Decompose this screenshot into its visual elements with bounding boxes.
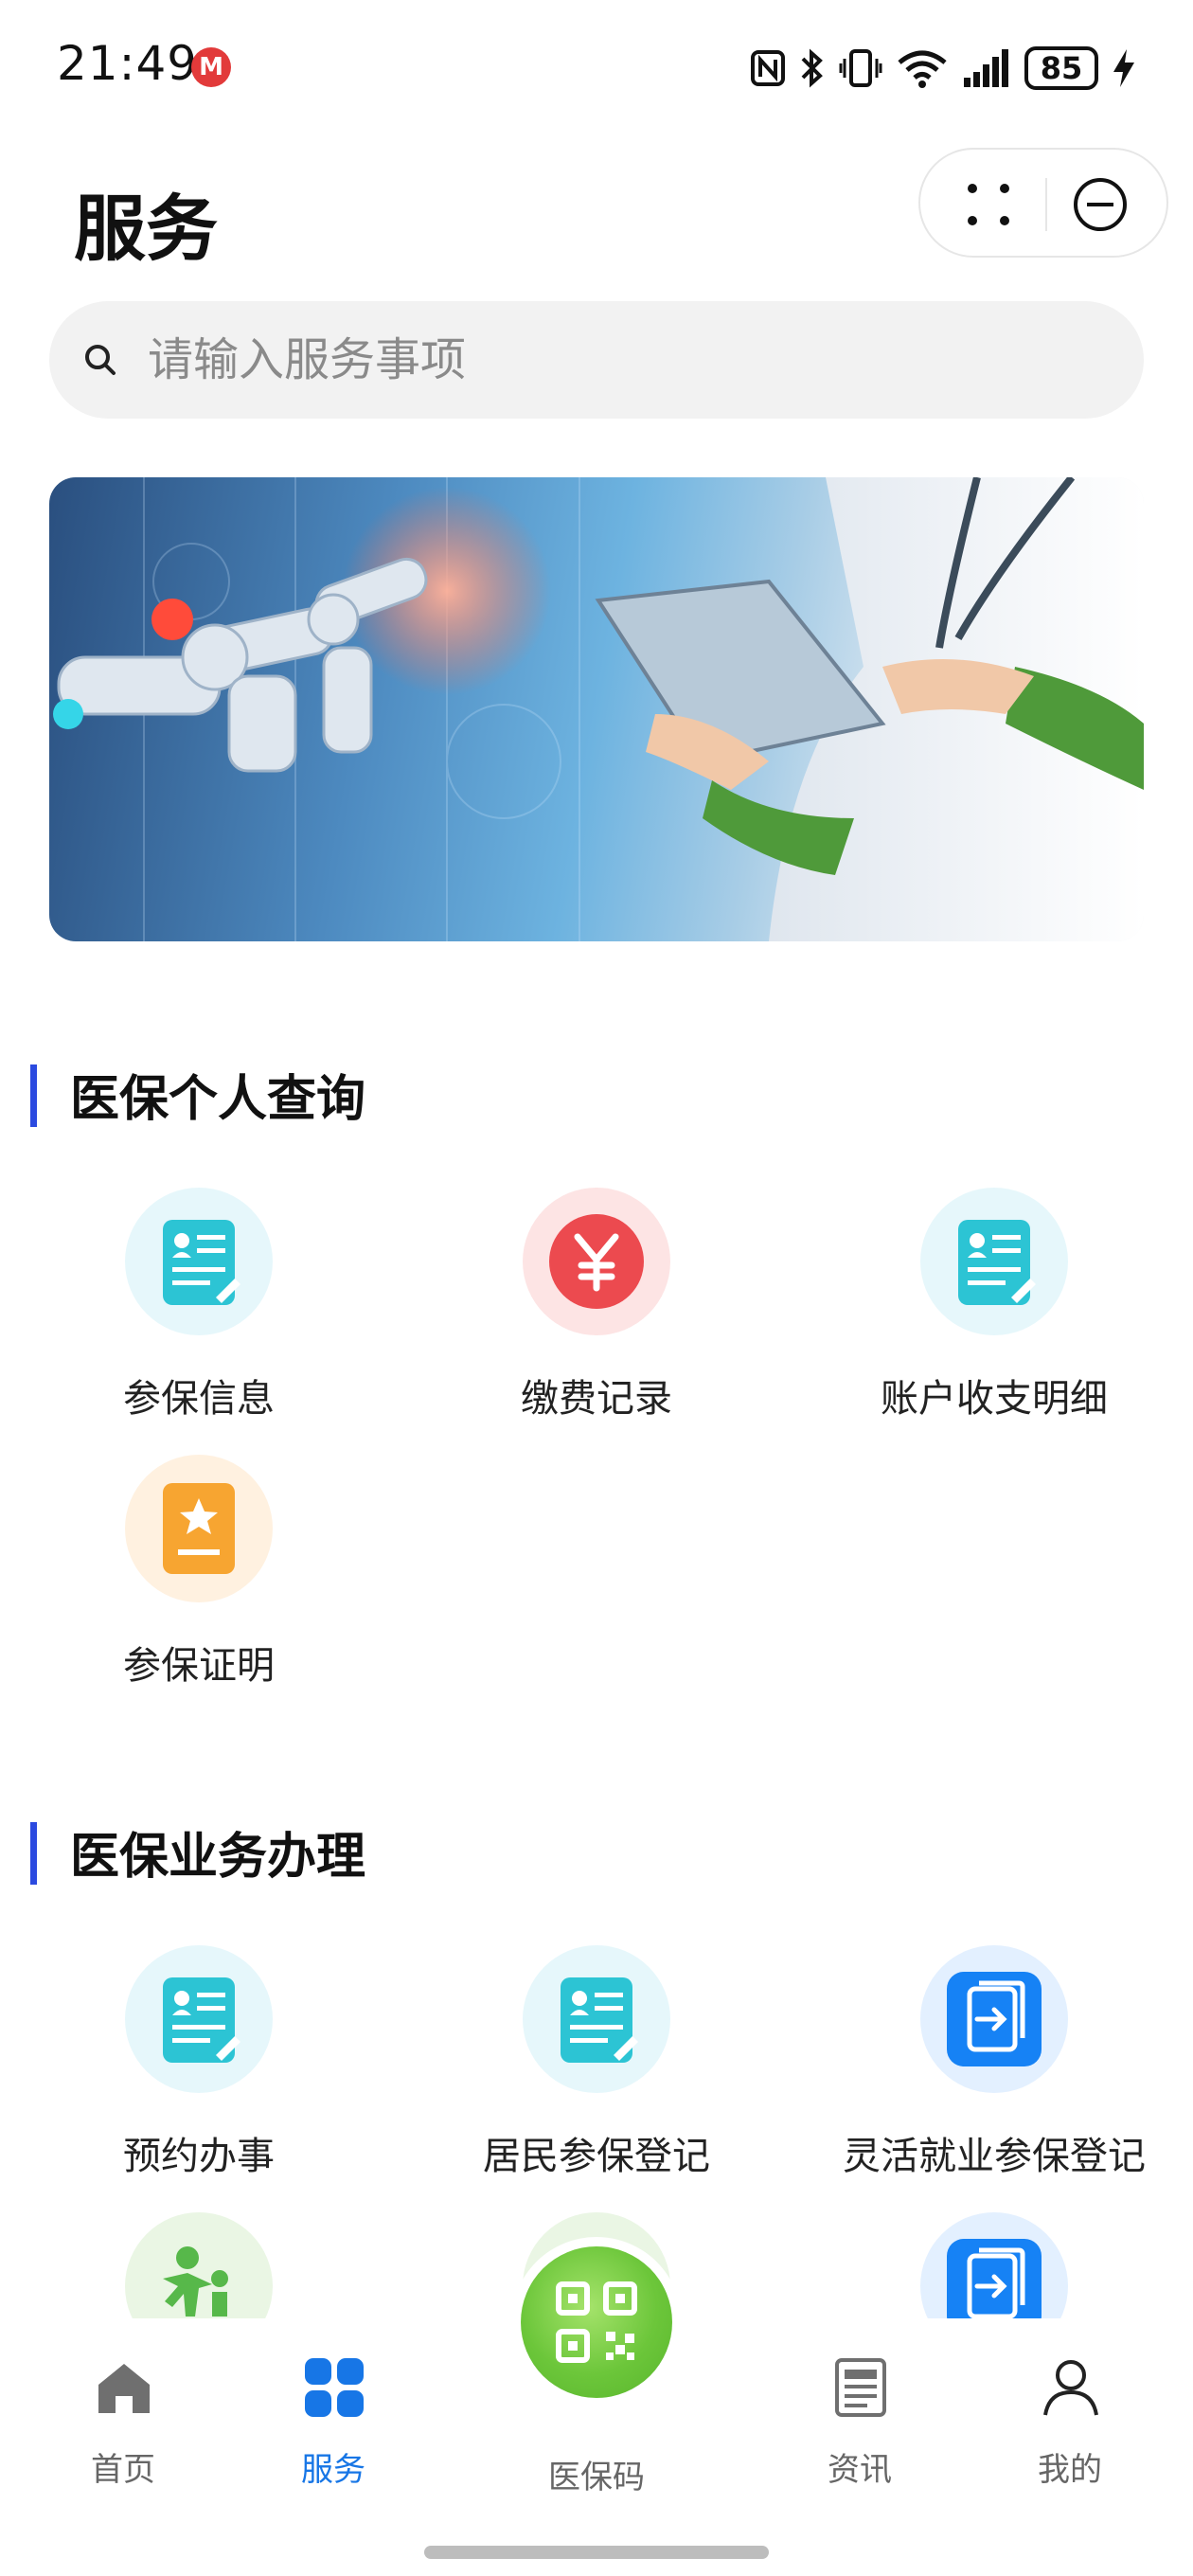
wifi-icon: [898, 50, 947, 88]
profile-card-icon: [125, 1188, 273, 1335]
transfer-icon: [920, 1945, 1068, 2093]
yuan-icon: [523, 1188, 670, 1335]
grid-item-insurance-info[interactable]: 参保信息: [0, 1188, 398, 1424]
grid-item-label: 灵活就业参保登记: [843, 2135, 1146, 2178]
search-icon: [85, 345, 116, 375]
home-icon: [98, 2364, 150, 2413]
status-time: 21:49: [57, 36, 199, 91]
grid-item-flexible-employment-registration[interactable]: 灵活就业参保登记: [795, 1945, 1193, 2182]
battery-icon: 85: [1024, 46, 1098, 90]
grid-item-resident-registration[interactable]: 居民参保登记: [398, 1945, 795, 2182]
mini-program-capsule: [918, 148, 1168, 258]
more-dots-icon[interactable]: [962, 178, 1015, 231]
grid-item-appointment[interactable]: 预约办事: [0, 1945, 398, 2182]
nav-label: 医保码: [548, 2459, 645, 2496]
bluetooth-icon: [801, 48, 823, 88]
nav-services[interactable]: 服务: [239, 2356, 428, 2498]
profile-card-icon: [523, 1945, 670, 2093]
grid-icon: [305, 2358, 364, 2417]
medical-technology-illustration: [53, 477, 1144, 941]
close-circle-icon[interactable]: [1072, 176, 1129, 233]
search-bar[interactable]: [49, 301, 1144, 419]
status-bar: 21:49 M 85: [0, 0, 1193, 133]
nav-label: 首页: [91, 2451, 155, 2489]
news-icon: [835, 2358, 886, 2417]
nav-home[interactable]: 首页: [28, 2356, 218, 2498]
certificate-icon: [125, 1455, 273, 1602]
grid-item-label: 参保证明: [123, 1644, 275, 1688]
nav-profile[interactable]: 我的: [975, 2356, 1165, 2498]
bottom-navigation: 首页 服务 医保码 资讯 我的: [0, 2237, 1193, 2576]
profile-card-icon: [920, 1188, 1068, 1335]
section-accent-bar: [30, 1064, 37, 1127]
grid-item-label: 居民参保登记: [483, 2135, 710, 2178]
capsule-divider: [1045, 178, 1047, 231]
banner-image[interactable]: [49, 477, 1144, 941]
grid-item-insurance-certificate[interactable]: 参保证明: [0, 1455, 398, 1691]
nav-qr-code[interactable]: 医保码: [502, 2356, 691, 2498]
nav-label: 资讯: [828, 2451, 892, 2489]
grid-item-payment-records[interactable]: 缴费记录: [398, 1188, 795, 1424]
profile-card-icon: [125, 1945, 273, 2093]
person-icon: [1043, 2360, 1098, 2416]
nav-news[interactable]: 资讯: [765, 2356, 954, 2498]
status-icons: 85: [750, 44, 1136, 93]
grid-item-account-details[interactable]: 账户收支明细: [795, 1188, 1193, 1424]
nav-label: 我的: [1038, 2451, 1102, 2489]
metro-badge-icon: M: [191, 47, 231, 87]
grid-item-label: 账户收支明细: [881, 1377, 1108, 1421]
vibrate-icon: [839, 49, 882, 87]
grid-item-label: 缴费记录: [521, 1377, 672, 1421]
signal-icon: [964, 49, 1008, 87]
grid-item-label: 参保信息: [123, 1377, 275, 1421]
grid-item-label: 预约办事: [123, 2135, 275, 2178]
section-title-personal-query: 医保个人查询: [70, 1071, 366, 1128]
nav-label: 服务: [301, 2451, 365, 2489]
charging-icon: [1113, 49, 1134, 87]
section-accent-bar: [30, 1822, 37, 1885]
search-input[interactable]: [148, 320, 1113, 400]
nfc-icon: [751, 50, 785, 86]
home-indicator[interactable]: [424, 2546, 769, 2559]
section-title-business: 医保业务办理: [70, 1829, 366, 1886]
page-title: 服务: [74, 187, 218, 271]
